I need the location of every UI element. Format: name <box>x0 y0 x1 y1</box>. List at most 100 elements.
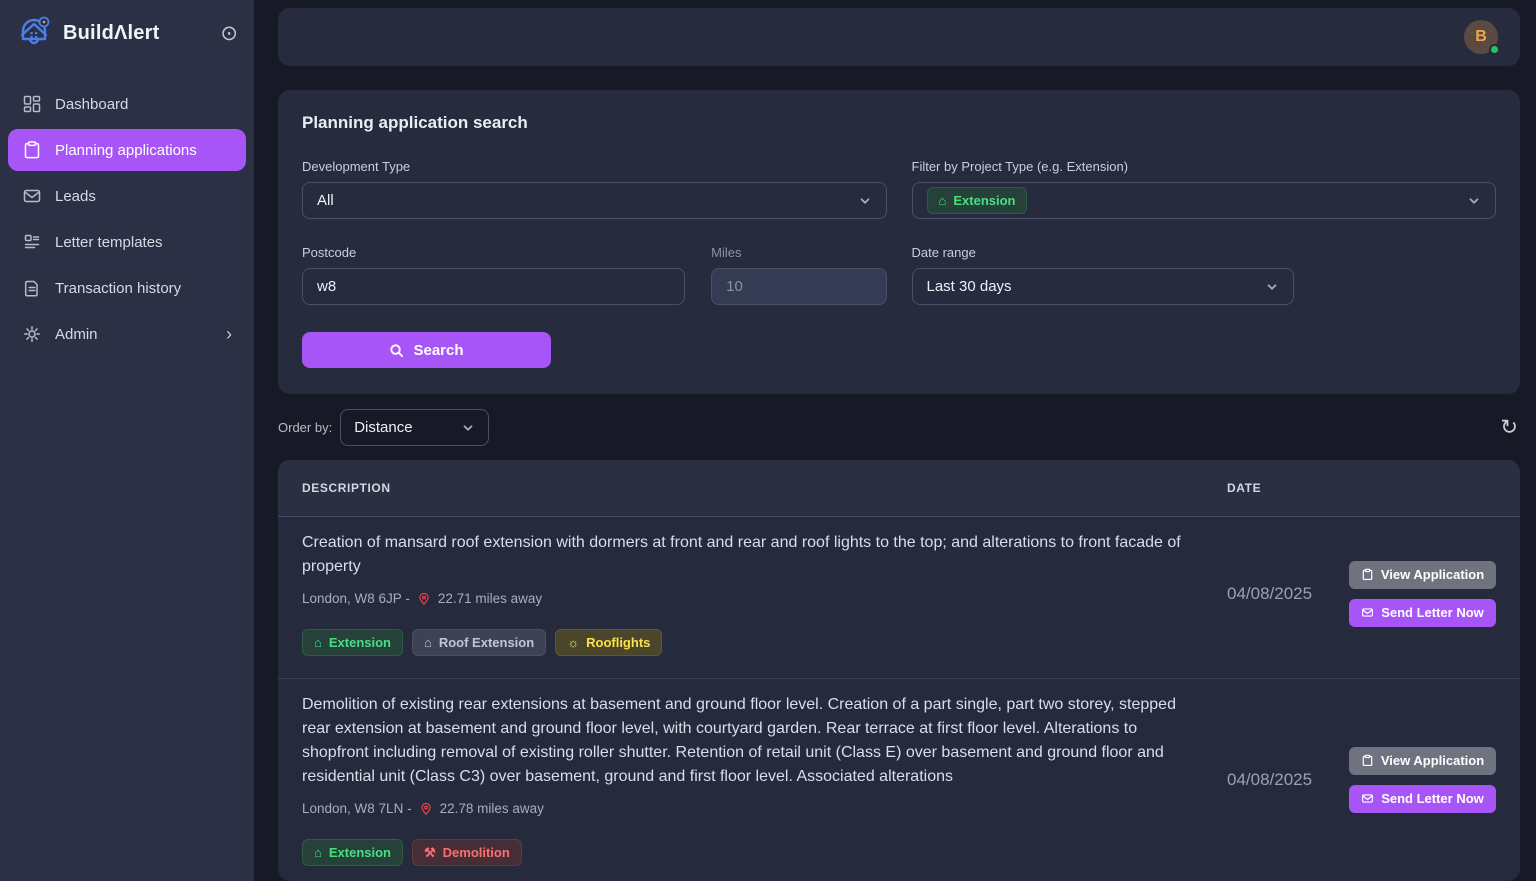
logo-row: BuildΛlert ⊙ <box>0 0 254 65</box>
hammer-icon: ⚒ <box>424 846 436 859</box>
clipboard-icon <box>1361 568 1374 581</box>
table-header: DESCRIPTION DATE <box>278 460 1520 517</box>
sidebar-item-planning-applications[interactable]: Planning applications <box>8 129 246 171</box>
tag-label: Extension <box>329 844 391 861</box>
application-date: 04/08/2025 <box>1196 531 1346 656</box>
date-range-value: Last 30 days <box>927 278 1012 295</box>
sidebar-item-letter-templates[interactable]: Letter templates <box>8 221 246 263</box>
location-pin-icon <box>417 592 431 606</box>
chevron-down-icon <box>1467 194 1481 208</box>
house-icon: ⌂ <box>314 846 322 859</box>
send-letter-button[interactable]: Send Letter Now <box>1349 785 1496 813</box>
results-body: Creation of mansard roof extension with … <box>278 517 1520 881</box>
panel-title: Planning application search <box>302 113 1496 133</box>
topbar: B <box>278 8 1520 66</box>
miles-input[interactable] <box>711 268 886 305</box>
send-letter-button[interactable]: Send Letter Now <box>1349 599 1496 627</box>
planning-search-panel: Planning application search Development … <box>278 90 1520 394</box>
project-type-label: Filter by Project Type (e.g. Extension) <box>912 159 1497 174</box>
sidebar-item-dashboard[interactable]: Dashboard <box>8 83 246 125</box>
tag-demolition: ⚒ Demolition <box>412 839 522 866</box>
application-distance: 22.78 miles away <box>440 801 544 816</box>
tag-label: Roof Extension <box>439 634 534 651</box>
postcode-input[interactable] <box>302 268 685 305</box>
mail-icon <box>22 186 42 206</box>
orderby-label: Order by: <box>278 420 332 435</box>
view-application-button[interactable]: View Application <box>1349 747 1496 775</box>
clipboard-icon <box>22 140 42 160</box>
development-type-value: All <box>317 192 334 209</box>
chip-label: Extension <box>953 192 1015 209</box>
development-type-select[interactable]: All <box>302 182 887 219</box>
tag-label: Rooflights <box>586 634 650 651</box>
application-date: 04/08/2025 <box>1196 693 1346 866</box>
description-cell: Creation of mansard roof extension with … <box>302 531 1196 656</box>
chevron-right-icon: › <box>226 325 232 343</box>
send-letter-label: Send Letter Now <box>1381 791 1484 806</box>
sidebar-item-admin[interactable]: Admin › <box>8 313 246 355</box>
sidebar-item-label: Admin <box>55 326 213 343</box>
application-distance: 22.71 miles away <box>438 591 542 606</box>
location-line: London, W8 6JP - 22.71 miles away <box>302 591 1196 606</box>
tag-extension: ⌂ Extension <box>302 839 403 866</box>
application-location: London, W8 6JP - <box>302 591 410 606</box>
sidebar-collapse-icon[interactable]: ⊙ <box>220 23 238 44</box>
sidebar-item-transaction-history[interactable]: Transaction history <box>8 267 246 309</box>
view-application-label: View Application <box>1381 567 1484 582</box>
orderby-row: Order by: Distance ↻ <box>278 409 1520 446</box>
location-line: London, W8 7LN - 22.78 miles away <box>302 801 1196 816</box>
search-icon <box>389 343 404 358</box>
tag-label: Extension <box>329 634 391 651</box>
application-description: Creation of mansard roof extension with … <box>302 531 1196 579</box>
clipboard-icon <box>1361 754 1374 767</box>
chevron-down-icon <box>858 194 872 208</box>
document-icon <box>22 278 42 298</box>
chevron-down-icon <box>461 421 475 435</box>
project-type-chip-extension: ⌂ Extension <box>927 187 1028 214</box>
development-type-label: Development Type <box>302 159 887 174</box>
avatar[interactable]: B <box>1464 20 1498 54</box>
actions-cell: View Application Send Letter Now <box>1346 693 1496 866</box>
house-icon: ⌂ <box>939 194 947 207</box>
gear-icon <box>22 324 42 344</box>
column-header-date: DATE <box>1196 481 1346 495</box>
avatar-initial: B <box>1475 28 1487 46</box>
search-button[interactable]: Search <box>302 332 551 368</box>
house-plus-icon: ⌂ <box>424 636 432 649</box>
application-description: Demolition of existing rear extensions a… <box>302 693 1196 789</box>
actions-cell: View Application Send Letter Now <box>1346 531 1496 656</box>
sun-icon: ☼ <box>567 636 579 649</box>
orderby-select[interactable]: Distance <box>340 409 489 446</box>
search-button-label: Search <box>413 342 463 359</box>
date-range-label: Date range <box>912 245 1295 260</box>
envelope-icon <box>1361 606 1374 619</box>
date-range-select[interactable]: Last 30 days <box>912 268 1295 305</box>
miles-label: Miles <box>711 245 886 260</box>
envelope-icon <box>1361 792 1374 805</box>
location-pin-icon <box>419 802 433 816</box>
column-header-actions <box>1346 481 1496 495</box>
view-application-label: View Application <box>1381 753 1484 768</box>
sidebar-item-label: Letter templates <box>55 234 232 251</box>
tag-label: Demolition <box>443 844 510 861</box>
column-header-description: DESCRIPTION <box>302 481 1196 495</box>
chevron-down-icon <box>1265 280 1279 294</box>
letter-templates-icon <box>22 232 42 252</box>
refresh-icon[interactable]: ↻ <box>1500 417 1520 438</box>
sidebar-item-label: Dashboard <box>55 96 232 113</box>
sidebar: BuildΛlert ⊙ Dashboard Planning applicat… <box>0 0 254 881</box>
sidebar-nav: Dashboard Planning applications Leads Le… <box>0 65 254 359</box>
view-application-button[interactable]: View Application <box>1349 561 1496 589</box>
row-tags: ⌂Extension ⌂ Roof Extension ☼ Rooflights <box>302 629 1196 656</box>
table-row: Creation of mansard roof extension with … <box>278 517 1520 679</box>
tag-rooflights: ☼ Rooflights <box>555 629 662 656</box>
online-status-dot <box>1489 44 1500 55</box>
description-cell: Demolition of existing rear extensions a… <box>302 693 1196 866</box>
row-tags: ⌂ Extension ⚒ Demolition <box>302 839 1196 866</box>
application-location: London, W8 7LN - <box>302 801 412 816</box>
project-type-select[interactable]: ⌂ Extension <box>912 182 1497 219</box>
dashboard-icon <box>22 94 42 114</box>
sidebar-item-label: Planning applications <box>55 142 232 159</box>
tag-extension: ⌂Extension <box>302 629 403 656</box>
sidebar-item-leads[interactable]: Leads <box>8 175 246 217</box>
